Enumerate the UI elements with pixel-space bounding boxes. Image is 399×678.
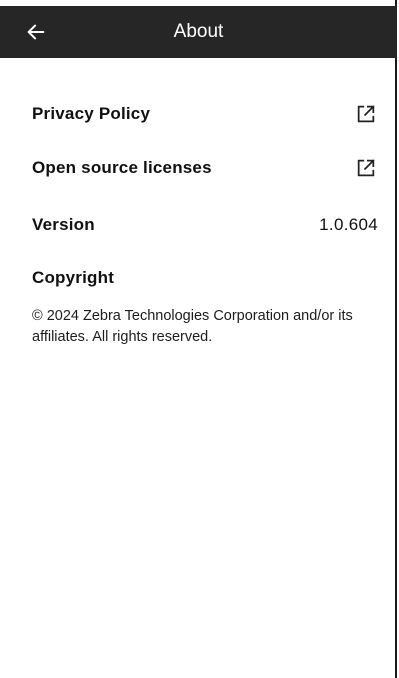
privacy-policy-label: Privacy Policy — [32, 104, 151, 123]
version-label: Version — [32, 215, 95, 234]
open-source-licenses-label: Open source licenses — [32, 158, 212, 177]
privacy-policy-row[interactable]: Privacy Policy — [32, 100, 378, 128]
version-row: Version 1.0.604 — [32, 211, 378, 239]
copyright-text: © 2024 Zebra Technologies Corporation an… — [32, 308, 353, 345]
copyright-heading: Copyright — [32, 268, 115, 287]
open-in-new-icon[interactable] — [354, 156, 378, 180]
app-bar: About — [0, 6, 397, 58]
about-screen: About Privacy Policy Open source license… — [0, 0, 397, 678]
page-title: About — [173, 21, 224, 42]
open-source-licenses-row[interactable]: Open source licenses — [32, 154, 378, 182]
open-in-new-icon[interactable] — [354, 102, 378, 126]
version-value: 1.0.604 — [319, 215, 378, 234]
